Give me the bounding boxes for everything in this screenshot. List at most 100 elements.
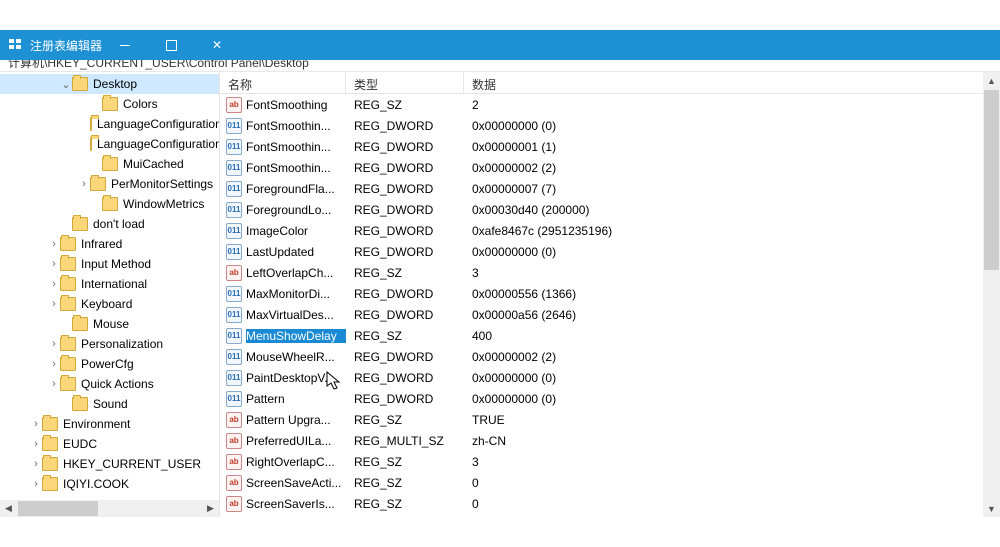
tree-item-label: PerMonitorSettings: [111, 177, 213, 191]
tree-item[interactable]: MuiCached: [0, 154, 219, 174]
scroll-up-button[interactable]: ▲: [983, 72, 1000, 89]
expand-icon[interactable]: ›: [30, 438, 42, 450]
tree-item[interactable]: ›Keyboard: [0, 294, 219, 314]
tree-item[interactable]: ›HKEY_CURRENT_USER: [0, 454, 219, 474]
tree-item-label: Input Method: [81, 257, 151, 271]
expand-icon[interactable]: ›: [48, 238, 60, 250]
tree-item[interactable]: ›International: [0, 274, 219, 294]
tree-item[interactable]: ›Quick Actions: [0, 374, 219, 394]
expand-icon[interactable]: ›: [48, 298, 60, 310]
tree-item[interactable]: Mouse: [0, 314, 219, 334]
tree-item[interactable]: › Input Method: [0, 254, 219, 274]
value-name: FontSmoothin...: [246, 119, 346, 133]
list-item[interactable]: 011ForegroundFla...REG_DWORD0x00000007 (…: [220, 178, 1000, 199]
tree-item-label: PowerCfg: [81, 357, 134, 371]
tree-item-label: IQIYI.COOK: [63, 477, 129, 491]
value-type: REG_SZ: [346, 476, 464, 490]
scroll-right-button[interactable]: ▶: [202, 500, 219, 517]
collapse-icon[interactable]: ⌄: [60, 78, 72, 91]
tree-item[interactable]: › IQIYI.COOK: [0, 474, 219, 494]
registry-tree[interactable]: ⌄Desktop Colors LanguageConfigurationLangu…: [0, 72, 219, 494]
expand-icon[interactable]: ›: [48, 338, 60, 350]
value-data: 0: [464, 476, 1000, 490]
value-name: MaxVirtualDes...: [246, 308, 346, 322]
value-name: FontSmoothin...: [246, 161, 346, 175]
tree-item[interactable]: › Personalization: [0, 334, 219, 354]
expand-icon[interactable]: ›: [78, 178, 90, 190]
tree-horizontal-scrollbar[interactable]: ◀ ▶: [0, 500, 219, 517]
list-item[interactable]: abFontSmoothingREG_SZ2: [220, 94, 1000, 115]
list-item[interactable]: 011ImageColorREG_DWORD0xafe8467c (295123…: [220, 220, 1000, 241]
dword-value-icon: 011: [226, 118, 242, 134]
list-item[interactable]: abPreferredUILa...REG_MULTI_SZzh-CN: [220, 430, 1000, 451]
tree-item[interactable]: don't load: [0, 214, 219, 234]
value-data: 0x00000002 (2): [464, 350, 1000, 364]
tree-item[interactable]: ›Environment: [0, 414, 219, 434]
window-title: 注册表编辑器: [30, 37, 102, 54]
tree-item[interactable]: ⌄Desktop: [0, 74, 219, 94]
close-button[interactable]: ✕: [194, 30, 240, 60]
maximize-button[interactable]: [148, 30, 194, 60]
list-item[interactable]: 011LastUpdatedREG_DWORD0x00000000 (0): [220, 241, 1000, 262]
scroll-thumb[interactable]: [984, 90, 999, 270]
value-name: FontSmoothin...: [246, 140, 346, 154]
minimize-button[interactable]: [102, 30, 148, 60]
list-item[interactable]: 011MaxMonitorDi...REG_DWORD0x00000556 (1…: [220, 283, 1000, 304]
expand-icon[interactable]: ›: [30, 418, 42, 430]
tree-item[interactable]: WindowMetrics: [0, 194, 219, 214]
value-list[interactable]: abFontSmoothingREG_SZ2011FontSmoothin...…: [220, 94, 1000, 514]
list-item[interactable]: 011MenuShowDelayREG_SZ400: [220, 325, 1000, 346]
scroll-down-button[interactable]: ▼: [983, 500, 1000, 517]
tree-item-label: Personalization: [81, 337, 163, 351]
list-item[interactable]: 011PaintDesktopV...REG_DWORD0x00000000 (…: [220, 367, 1000, 388]
dword-value-icon: 011: [226, 307, 242, 323]
expand-icon[interactable]: ›: [48, 278, 60, 290]
list-item[interactable]: abLeftOverlapCh...REG_SZ3: [220, 262, 1000, 283]
scroll-left-button[interactable]: ◀: [0, 500, 17, 517]
tree-item[interactable]: Sound: [0, 394, 219, 414]
list-item[interactable]: 011FontSmoothin...REG_DWORD0x00000001 (1…: [220, 136, 1000, 157]
folder-icon: [60, 377, 76, 391]
list-item[interactable]: abScreenSaveActi...REG_SZ0: [220, 472, 1000, 493]
dword-value-icon: 011: [226, 370, 242, 386]
list-item[interactable]: abScreenSaverIs...REG_SZ0: [220, 493, 1000, 514]
expand-icon[interactable]: ›: [30, 478, 42, 490]
column-name[interactable]: 名称: [220, 72, 346, 93]
string-value-icon: ab: [226, 496, 242, 512]
expand-icon[interactable]: ›: [48, 378, 60, 390]
tree-item[interactable]: ›Infrared: [0, 234, 219, 254]
folder-icon: [42, 457, 58, 471]
tree-item-label: Colors: [123, 97, 158, 111]
value-name: ScreenSaveActi...: [246, 476, 346, 490]
list-item[interactable]: 011MouseWheelR...REG_DWORD0x00000002 (2): [220, 346, 1000, 367]
value-name: PreferredUILa...: [246, 434, 346, 448]
value-name: ForegroundLo...: [246, 203, 346, 217]
expand-icon[interactable]: ›: [48, 358, 60, 370]
list-item[interactable]: 011FontSmoothin...REG_DWORD0x00000002 (2…: [220, 157, 1000, 178]
expand-icon[interactable]: ›: [30, 458, 42, 470]
value-type: REG_DWORD: [346, 182, 464, 196]
scroll-thumb[interactable]: [18, 501, 98, 516]
folder-icon: [60, 337, 76, 351]
list-item[interactable]: 011FontSmoothin...REG_DWORD0x00000000 (0…: [220, 115, 1000, 136]
tree-item[interactable]: › PerMonitorSettings: [0, 174, 219, 194]
column-data[interactable]: 数据: [464, 72, 1000, 93]
list-item[interactable]: 011MaxVirtualDes...REG_DWORD0x00000a56 (…: [220, 304, 1000, 325]
expand-icon[interactable]: ›: [48, 258, 60, 270]
tree-item[interactable]: LanguageConfiguration: [0, 114, 219, 134]
value-name: ScreenSaverIs...: [246, 497, 346, 511]
list-item[interactable]: 011PatternREG_DWORD0x00000000 (0): [220, 388, 1000, 409]
tree-item[interactable]: ›EUDC: [0, 434, 219, 454]
tree-item[interactable]: LanguageConfiguration: [0, 134, 219, 154]
tree-item[interactable]: › PowerCfg: [0, 354, 219, 374]
list-item[interactable]: 011ForegroundLo...REG_DWORD0x00030d40 (2…: [220, 199, 1000, 220]
value-data: 0x00000556 (1366): [464, 287, 1000, 301]
list-item[interactable]: abPattern Upgra...REG_SZTRUE: [220, 409, 1000, 430]
list-vertical-scrollbar[interactable]: ▲ ▼: [983, 72, 1000, 517]
value-data: 0x00030d40 (200000): [464, 203, 1000, 217]
dword-value-icon: 011: [226, 286, 242, 302]
list-item[interactable]: abRightOverlapC...REG_SZ3: [220, 451, 1000, 472]
column-type[interactable]: 类型: [346, 72, 464, 93]
tree-item[interactable]: Colors: [0, 94, 219, 114]
tree-item-label: WindowMetrics: [123, 197, 204, 211]
